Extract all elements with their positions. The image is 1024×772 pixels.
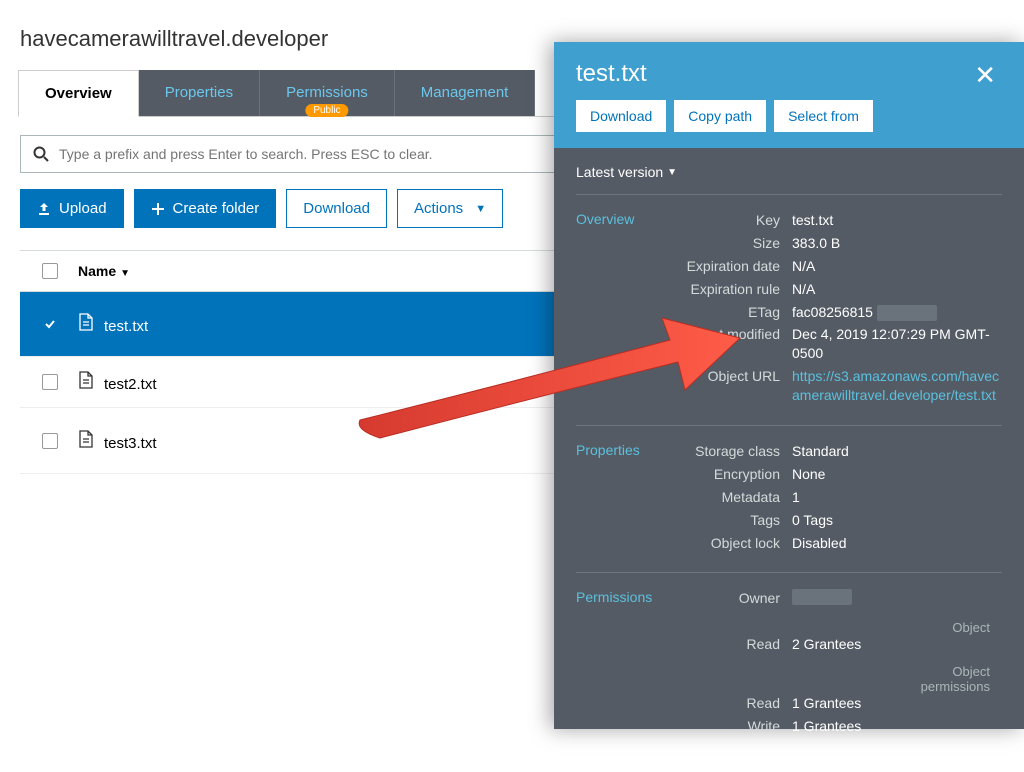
upload-label: Upload	[59, 200, 107, 217]
select-all-checkbox[interactable]	[42, 263, 58, 279]
upload-button[interactable]: Upload	[20, 189, 124, 228]
row-checkbox[interactable]	[42, 433, 58, 449]
chevron-down-icon: ▼	[667, 167, 677, 178]
kv-value: 0 Tags	[792, 511, 1002, 530]
search-icon	[33, 146, 49, 162]
overview-section-title: Overview	[576, 211, 674, 409]
kv-key: Storage class	[674, 442, 792, 461]
kv-key: Last modified	[674, 325, 792, 363]
file-name: test.txt	[104, 318, 148, 335]
kv-key: Expiration rule	[674, 280, 792, 299]
kv-key: Expiration date	[674, 257, 792, 276]
file-name: test2.txt	[104, 376, 157, 393]
kv-value: Standard	[792, 442, 1002, 461]
kv-key: Size	[674, 234, 792, 253]
tab-management[interactable]: Management	[395, 70, 536, 116]
plus-icon	[151, 202, 165, 216]
kv-key: Object URL	[674, 367, 792, 405]
kv-key: Tags	[674, 511, 792, 530]
kv-key: Owner	[674, 589, 792, 610]
file-icon	[78, 430, 94, 448]
download-button[interactable]: Download	[286, 189, 387, 228]
kv-value: None	[792, 465, 1002, 484]
actions-button[interactable]: Actions ▼	[397, 189, 503, 228]
kv-value: fac08256815	[792, 303, 1002, 322]
kv-key: ETag	[674, 303, 792, 322]
permissions-section-title: Permissions	[576, 589, 674, 740]
actions-label: Actions	[414, 200, 463, 217]
tab-permissions-label: Permissions	[286, 84, 368, 101]
upload-icon	[37, 202, 51, 216]
tab-overview[interactable]: Overview	[18, 70, 139, 117]
create-folder-label: Create folder	[173, 200, 260, 217]
panel-download-button[interactable]: Download	[576, 100, 666, 132]
sort-caret-icon: ▼	[120, 268, 130, 279]
kv-value: 383.0 B	[792, 234, 1002, 253]
kv-key: Encryption	[674, 465, 792, 484]
detail-panel: test.txt Download Copy path Select from …	[554, 42, 1024, 729]
file-name: test3.txt	[104, 435, 157, 452]
kv-value: test.txt	[792, 211, 1002, 230]
row-checkbox[interactable]	[42, 374, 58, 390]
chevron-down-icon: ▼	[475, 203, 486, 215]
file-icon	[78, 371, 94, 389]
panel-select-from-button[interactable]: Select from	[774, 100, 873, 132]
kv-value: Dec 4, 2019 12:07:29 PM GMT-0500	[792, 325, 1002, 363]
kv-key: Write	[674, 717, 792, 736]
owner-value	[792, 589, 1002, 610]
properties-section-title: Properties	[576, 442, 674, 556]
kv-key: Metadata	[674, 488, 792, 507]
kv-value: 1 Grantees	[792, 717, 1002, 736]
kv-key: Read	[674, 635, 792, 654]
file-icon	[78, 313, 94, 331]
kv-key: Key	[674, 211, 792, 230]
close-icon[interactable]: ✕	[968, 60, 1002, 91]
kv-key: Object lock	[674, 534, 792, 553]
kv-value: N/A	[792, 257, 1002, 276]
tab-permissions[interactable]: Permissions Public	[260, 70, 395, 116]
panel-title: test.txt	[576, 60, 968, 88]
perm-sub-label: Object	[674, 620, 1002, 635]
public-badge: Public	[305, 104, 348, 117]
panel-copy-path-button[interactable]: Copy path	[674, 100, 766, 132]
object-url-link[interactable]: https://s3.amazonaws.com/havecamerawillt…	[792, 367, 1002, 405]
kv-value: 1	[792, 488, 1002, 507]
row-checkbox[interactable]	[42, 316, 58, 332]
kv-value: Disabled	[792, 534, 1002, 553]
kv-value: 1 Grantees	[792, 694, 1002, 713]
create-folder-button[interactable]: Create folder	[134, 189, 277, 228]
tab-properties[interactable]: Properties	[139, 70, 260, 116]
version-dropdown[interactable]: Latest version ▼	[576, 164, 677, 180]
kv-value: N/A	[792, 280, 1002, 299]
kv-value: 2 Grantees	[792, 635, 1002, 654]
perm-sub-label: Object permissions	[884, 664, 1002, 694]
kv-key: Read	[674, 694, 792, 713]
